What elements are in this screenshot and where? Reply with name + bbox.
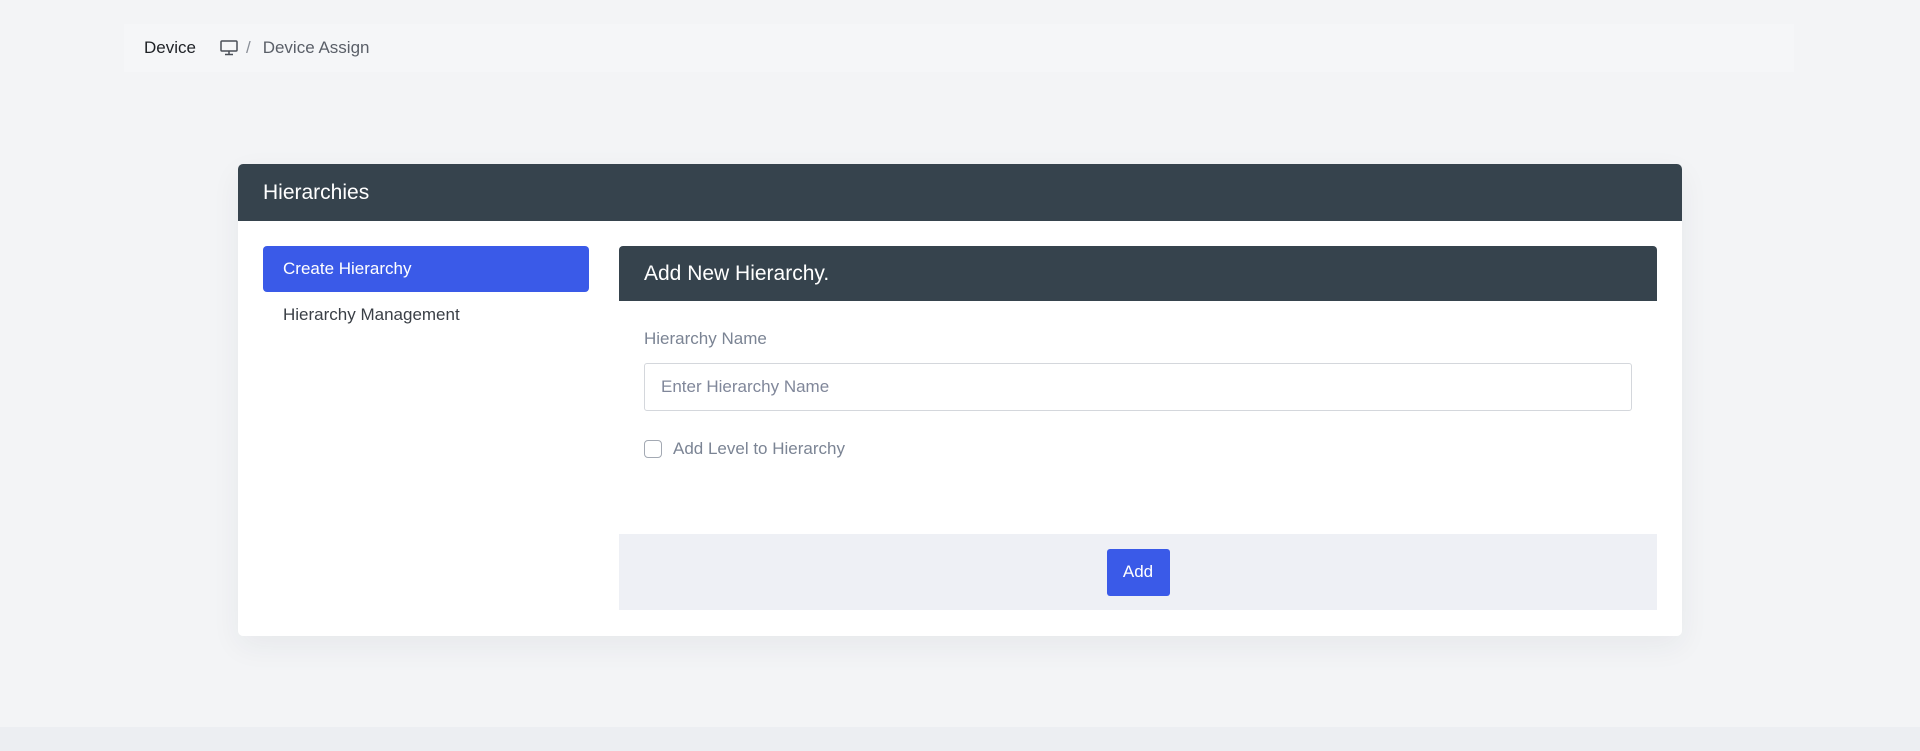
hierarchy-name-input[interactable] (644, 363, 1632, 411)
monitor-icon[interactable] (220, 40, 238, 56)
nav-item-hierarchy-management[interactable]: Hierarchy Management (263, 292, 589, 338)
side-nav: Create Hierarchy Hierarchy Management (263, 246, 589, 338)
footer-strip (0, 727, 1920, 751)
panel-title: Add New Hierarchy. (619, 246, 1657, 301)
breadcrumb-separator: / (245, 38, 251, 57)
add-level-label[interactable]: Add Level to Hierarchy (673, 439, 845, 459)
add-hierarchy-panel: Add New Hierarchy. Hierarchy Name Add Le… (619, 246, 1657, 610)
panel-footer: Add (619, 534, 1657, 610)
breadcrumb: Device / Device Assign (124, 24, 1794, 72)
breadcrumb-current: Device Assign (262, 38, 370, 57)
breadcrumb-title: Device (144, 38, 196, 57)
nav-item-create-hierarchy[interactable]: Create Hierarchy (263, 246, 589, 292)
card-title: Hierarchies (238, 164, 1682, 221)
add-level-checkbox[interactable] (644, 440, 662, 458)
hierarchy-name-label: Hierarchy Name (644, 329, 767, 348)
add-level-row: Add Level to Hierarchy (644, 439, 845, 459)
hierarchies-card: Hierarchies Create Hierarchy Hierarchy M… (238, 164, 1682, 636)
add-button[interactable]: Add (1106, 548, 1170, 596)
